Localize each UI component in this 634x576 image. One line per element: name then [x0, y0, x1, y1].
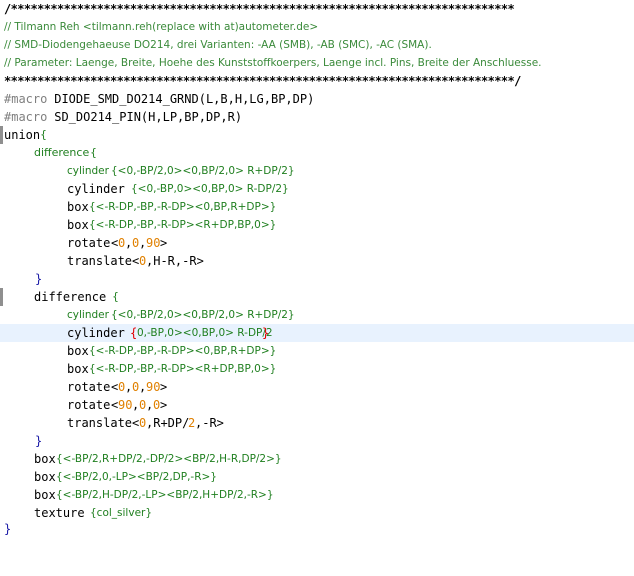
arguments: {<-BP/2,H-DP/2,-LP><BP/2,H+DP/2,-R>} — [56, 489, 274, 501]
code-line[interactable]: translate < 0 ,R+DP/ 2 ,-R> — [0, 414, 634, 432]
arguments: {<-R-DP,-BP,-R-DP><0,BP,R+DP>} — [89, 201, 277, 213]
arguments: {<-BP/2,R+DP/2,-DP/2><BP/2,H-R,DP/2>} — [56, 453, 282, 465]
angle-close: > — [160, 236, 168, 250]
comment-text: // Parameter: Laenge, Breite, Hoehe des … — [4, 57, 542, 69]
arguments: {<-BP/2,0,-LP><BP/2,DP,-R>} — [56, 471, 217, 483]
angle-close: > — [160, 380, 168, 394]
code-line[interactable]: // SMD-Diodengehaeuse DO214, drei Varian… — [0, 36, 634, 54]
keyword: rotate — [67, 398, 111, 412]
comment-text: // SMD-Diodengehaeuse DO214, drei Varian… — [4, 39, 432, 51]
number: 90 — [146, 380, 161, 394]
code-line[interactable]: } — [0, 520, 634, 538]
arguments: 0,-BP,0><0,BP,0> R-DP/2 — [137, 327, 273, 339]
code-line[interactable]: rotate < 0 , 0 , 90 > — [0, 378, 634, 396]
keyword: rotate — [67, 380, 111, 394]
comment-border: /***************************************… — [4, 2, 515, 16]
keyword: box — [67, 200, 89, 214]
arguments: {<0,-BP,0><0,BP,0> R-DP/2} — [131, 183, 289, 195]
macro-signature: SD_DO214_PIN(H,LP,BP,DP,R) — [47, 110, 243, 124]
angle-close: > — [160, 398, 168, 412]
code-line[interactable]: box {<-BP/2,R+DP/2,-DP/2><BP/2,H-R,DP/2>… — [0, 450, 634, 468]
open-brace: { — [90, 146, 97, 159]
arguments: {<-R-DP,-BP,-R-DP><R+DP,BP,0>} — [89, 363, 277, 375]
matching-brace: } — [262, 326, 270, 340]
code-line[interactable]: cylinder {<0,-BP,0><0,BP,0> R-DP/2} — [0, 180, 634, 198]
code-line[interactable]: #macro DIODE_SMD_DO214_GRND(L,B,H,LG,BP,… — [0, 90, 634, 108]
directive: #macro — [4, 110, 48, 124]
arguments: {<0,-BP/2,0><0,BP/2,0> R+DP/2} — [111, 309, 295, 321]
arguments: {<-R-DP,-BP,-R-DP><R+DP,BP,0>} — [89, 219, 277, 231]
arguments: {col_silver} — [90, 507, 153, 519]
close-brace: } — [35, 434, 43, 448]
keyword: box — [34, 470, 56, 484]
code-line[interactable]: // Parameter: Laenge, Breite, Hoehe des … — [0, 54, 634, 72]
arguments: {<0,-BP/2,0><0,BP/2,0> R+DP/2} — [111, 165, 295, 177]
expression: ,H-R,-R> — [146, 254, 204, 268]
close-brace: } — [4, 522, 12, 536]
keyword: cylinder — [67, 165, 109, 177]
code-line[interactable]: box {<-R-DP,-BP,-R-DP><0,BP,R+DP>} — [0, 198, 634, 216]
keyword: box — [34, 488, 56, 502]
expression: ,R+DP/ — [146, 416, 190, 430]
code-line[interactable]: rotate < 0 , 0 , 90 > — [0, 234, 634, 252]
code-line[interactable]: box {<-R-DP,-BP,-R-DP><0,BP,R+DP>} — [0, 342, 634, 360]
keyword: cylinder — [67, 182, 125, 196]
code-line[interactable]: cylinder {<0,-BP/2,0><0,BP/2,0> R+DP/2} — [0, 306, 634, 324]
keyword: difference — [34, 146, 90, 159]
keyword: union — [4, 128, 41, 142]
keyword: translate — [67, 416, 133, 430]
current-line[interactable]: cylinder { 0,-BP,0><0,BP,0> R-DP/2 } — [0, 324, 634, 342]
code-line[interactable]: translate < 0 ,H-R,-R> — [0, 252, 634, 270]
open-brace: { — [112, 290, 119, 303]
number: 90 — [146, 236, 161, 250]
code-line[interactable]: /***************************************… — [0, 0, 634, 18]
code-line[interactable]: } — [0, 270, 634, 288]
open-brace: { — [40, 128, 47, 141]
code-line[interactable]: box {<-R-DP,-BP,-R-DP><R+DP,BP,0>} — [0, 216, 634, 234]
keyword: texture — [34, 506, 85, 520]
directive: #macro — [4, 92, 48, 106]
keyword: box — [67, 218, 89, 232]
close-brace: } — [35, 272, 43, 286]
code-line[interactable]: box {<-R-DP,-BP,-R-DP><R+DP,BP,0>} — [0, 360, 634, 378]
code-line[interactable]: cylinder {<0,-BP/2,0><0,BP/2,0> R+DP/2} — [0, 162, 634, 180]
expression: ,-R> — [195, 416, 224, 430]
keyword: cylinder — [67, 326, 125, 340]
arguments: {<-R-DP,-BP,-R-DP><0,BP,R+DP>} — [89, 345, 277, 357]
code-line[interactable]: difference { — [0, 144, 634, 162]
code-line[interactable]: // Tilmann Reh <tilmann.reh(replace with… — [0, 18, 634, 36]
fold-guide — [0, 288, 3, 306]
fold-guide — [0, 126, 3, 144]
keyword: box — [67, 344, 89, 358]
code-line[interactable]: ****************************************… — [0, 72, 634, 90]
code-line[interactable]: difference { — [0, 288, 634, 306]
code-editor[interactable]: /***************************************… — [0, 0, 634, 538]
code-line[interactable]: union { — [0, 126, 634, 144]
keyword: box — [67, 362, 89, 376]
number: 90 — [118, 398, 133, 412]
code-line[interactable]: box {<-BP/2,0,-LP><BP/2,DP,-R>} — [0, 468, 634, 486]
keyword: rotate — [67, 236, 111, 250]
comment-border: ****************************************… — [4, 74, 521, 88]
code-line[interactable]: rotate < 90 , 0 , 0 > — [0, 396, 634, 414]
keyword: cylinder — [67, 309, 109, 321]
code-line[interactable]: } — [0, 432, 634, 450]
keyword: translate — [67, 254, 133, 268]
macro-signature: DIODE_SMD_DO214_GRND(L,B,H,LG,BP,DP) — [47, 92, 315, 106]
keyword: difference — [34, 290, 107, 304]
code-line[interactable]: box {<-BP/2,H-DP/2,-LP><BP/2,H+DP/2,-R>} — [0, 486, 634, 504]
code-line[interactable]: #macro SD_DO214_PIN(H,LP,BP,DP,R) — [0, 108, 634, 126]
comment-text: // Tilmann Reh <tilmann.reh(replace with… — [4, 21, 319, 33]
keyword: box — [34, 452, 56, 466]
